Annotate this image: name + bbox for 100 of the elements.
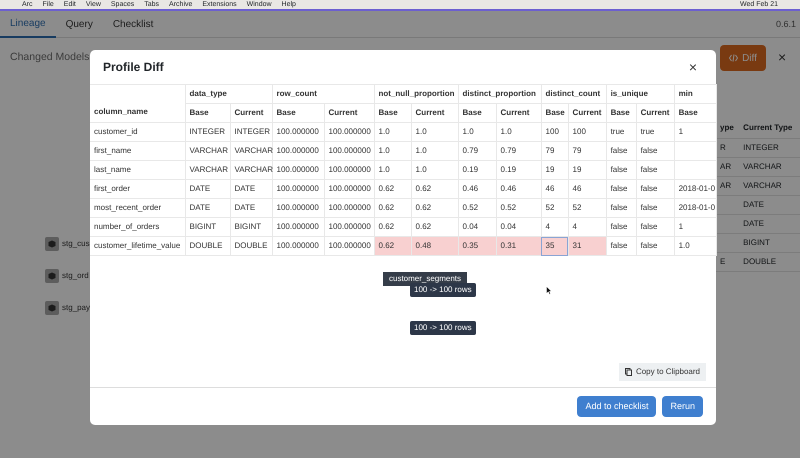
table-cell: 100	[568, 122, 606, 142]
table-cell: BIGINT	[739, 233, 800, 252]
column-header: Base	[272, 104, 324, 122]
close-button[interactable]: ×	[682, 59, 703, 75]
table-cell: 0.62	[411, 180, 458, 198]
column-group-header: min	[674, 84, 716, 104]
table-cell: 100.000000	[272, 198, 324, 218]
table-cell: 0.19	[458, 160, 496, 180]
table-cell: DATE	[739, 214, 800, 233]
table-cell: true	[606, 122, 636, 142]
table-cell: last_name	[90, 160, 185, 180]
table-cell: 1.0	[496, 122, 542, 142]
table-cell: 1.0	[674, 236, 716, 256]
table-cell: 100.000000	[272, 236, 324, 256]
table-cell: false	[606, 180, 636, 198]
column-header: Base	[458, 104, 496, 122]
table-cell: false	[606, 198, 636, 218]
table-cell: customer_id	[90, 122, 185, 142]
rerun-button[interactable]: Rerun	[662, 396, 703, 417]
table-cell: 46	[568, 180, 606, 198]
column-header: Base	[541, 104, 568, 122]
table-cell: DOUBLE	[185, 236, 230, 256]
section-heading: Changed Models	[10, 50, 90, 65]
table-cell: number_of_orders	[90, 218, 185, 236]
table-cell: VARCHAR	[230, 142, 272, 160]
cube-icon	[45, 301, 59, 315]
column-header: Base	[674, 104, 716, 122]
table-cell: INTEGER	[739, 138, 800, 157]
table-cell: BIGINT	[230, 218, 272, 236]
table-cell: 100.000000	[324, 122, 374, 142]
table-cell: VARCHAR	[185, 142, 230, 160]
column-header: Current Type	[739, 119, 800, 138]
table-cell: 19	[568, 160, 606, 180]
table-cell: 46	[541, 180, 568, 198]
table-cell: 0.46	[496, 180, 542, 198]
table-cell: 100.000000	[272, 122, 324, 142]
model-node[interactable]: stg_ord	[45, 268, 90, 284]
column-header: Current	[496, 104, 542, 122]
column-header: Current	[230, 104, 272, 122]
table-cell: first_name	[90, 142, 185, 160]
table-cell: false	[606, 236, 636, 256]
table-cell: VARCHAR	[739, 157, 800, 176]
version-label: 0.6.1	[776, 18, 796, 31]
table-cell: 0.19	[496, 160, 542, 180]
table-cell: VARCHAR	[185, 160, 230, 180]
column-group-header: is_unique	[606, 84, 674, 104]
column-header: Current	[636, 104, 674, 122]
table-cell: 1.0	[411, 142, 458, 160]
close-button[interactable]: ×	[772, 49, 792, 65]
table-cell: VARCHAR	[230, 160, 272, 180]
table-cell: 52	[568, 198, 606, 218]
table-cell: DATE	[739, 195, 800, 214]
model-node[interactable]: stg_cus	[45, 236, 90, 252]
row-count-tooltip: 100 -> 100 rows	[410, 321, 476, 335]
table-cell: 79	[568, 142, 606, 160]
table-cell: 1.0	[411, 122, 458, 142]
table-cell: customer_lifetime_value	[90, 236, 185, 256]
table-cell: false	[636, 198, 674, 218]
table-cell: 1.0	[374, 142, 412, 160]
column-group-header: row_count	[272, 84, 374, 104]
table-cell: 100	[541, 122, 568, 142]
table-cell: 100.000000	[324, 142, 374, 160]
column-group-header: distinct_proportion	[458, 84, 542, 104]
table-cell: false	[636, 180, 674, 198]
cube-icon	[45, 237, 59, 251]
table-cell: DATE	[185, 180, 230, 198]
table-cell: 0.46	[458, 180, 496, 198]
column-group-header: data_type	[185, 84, 272, 104]
table-cell: DATE	[230, 198, 272, 218]
column-header: Base	[606, 104, 636, 122]
table-cell: 0.62	[374, 198, 412, 218]
row-count-tooltip: 100 -> 100 rows	[410, 283, 476, 297]
table-cell: false	[636, 236, 674, 256]
model-node[interactable]: stg_pay	[45, 300, 90, 316]
table-cell: most_recent_order	[90, 198, 185, 218]
tab[interactable]: Checklist	[102, 11, 164, 38]
table-cell: 19	[541, 160, 568, 180]
table-cell: false	[606, 218, 636, 236]
tab[interactable]: Query	[56, 11, 103, 38]
table-cell: 52	[541, 198, 568, 218]
table-cell: 100.000000	[272, 218, 324, 236]
table-cell: 100.000000	[324, 198, 374, 218]
add-to-checklist-button[interactable]: Add to checklist	[577, 396, 656, 417]
column-group-header: distinct_count	[541, 84, 606, 104]
column-header: Current	[324, 104, 374, 122]
table-cell: DATE	[230, 180, 272, 198]
table-cell: 0.52	[496, 198, 542, 218]
table-cell: true	[636, 122, 674, 142]
table-cell: false	[636, 218, 674, 236]
table-cell: 1.0	[411, 160, 458, 180]
column-group-header: not_null_proportion	[374, 84, 458, 104]
copy-button[interactable]: Copy to Clipboard	[618, 363, 706, 381]
table-cell: 0.62	[411, 198, 458, 218]
table-cell: 0.31	[496, 236, 542, 256]
table-cell: false	[606, 160, 636, 180]
table-cell: 100.000000	[272, 160, 324, 180]
table-cell: INTEGER	[230, 122, 272, 142]
table-cell: 100.000000	[324, 218, 374, 236]
column-header: Current	[568, 104, 606, 122]
table-cell: DOUBLE	[230, 236, 272, 256]
